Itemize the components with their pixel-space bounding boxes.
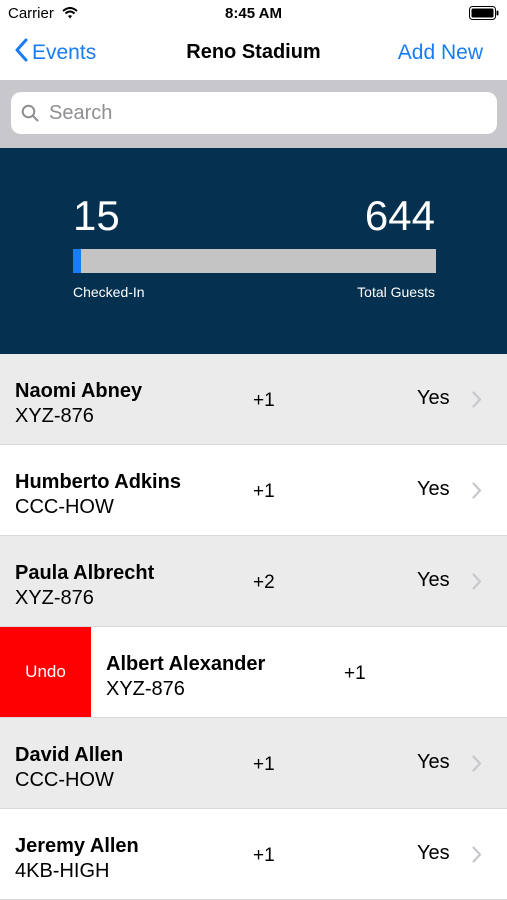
guest-name: David Allen (15, 744, 124, 766)
guest-code: XYZ-876 (15, 587, 94, 609)
chevron-right-icon (472, 573, 482, 595)
guest-name: Paula Albrecht (15, 562, 155, 584)
status-time: 8:45 AM (225, 5, 282, 22)
guest-checkin-status: Yes (417, 842, 450, 864)
navigation-bar: Events Reno Stadium Add New (0, 28, 507, 80)
guest-name: Jeremy Allen (15, 835, 139, 857)
guest-row[interactable]: Naomi Abney XYZ-876 +1 Yes (0, 354, 507, 445)
checkin-progress-bar (73, 249, 436, 273)
guest-list: Naomi Abney XYZ-876 +1 Yes Humberto Adki… (0, 354, 507, 900)
guest-row[interactable]: David Allen CCC-HOW +1 Yes (0, 718, 507, 809)
guest-checkin-status: Yes (417, 569, 450, 591)
guest-row[interactable]: Humberto Adkins CCC-HOW +1 Yes (0, 445, 507, 536)
search-input[interactable] (47, 100, 471, 126)
guest-code: CCC-HOW (15, 769, 114, 791)
guest-plus-count: +2 (253, 572, 275, 593)
checkin-progress-fill (73, 249, 82, 273)
guest-code: XYZ-876 (15, 405, 94, 427)
guest-code: CCC-HOW (15, 496, 114, 518)
guest-plus-count: +1 (253, 754, 275, 775)
guest-checkin-status: Yes (417, 751, 450, 773)
guest-code: 4KB-HIGH (15, 860, 110, 882)
guest-plus-count: +1 (253, 390, 275, 411)
status-bar: Carrier 8:45 AM (0, 0, 507, 28)
guest-plus-count: +1 (253, 845, 275, 866)
guest-code: XYZ-876 (106, 678, 185, 700)
guest-plus-count: +1 (253, 481, 275, 502)
chevron-right-icon (472, 482, 482, 504)
battery-icon (469, 6, 499, 25)
checkin-stats-panel: 15 644 Checked-In Total Guests (0, 148, 507, 354)
guest-name: Albert Alexander (106, 653, 266, 675)
guest-checkin-status: Yes (417, 387, 450, 409)
add-new-button[interactable]: Add New (398, 41, 483, 65)
chevron-right-icon (472, 846, 482, 868)
checked-in-count: 15 (73, 192, 120, 239)
undo-button[interactable]: Undo (0, 627, 91, 717)
total-guests-label: Total Guests (357, 284, 435, 300)
search-bar (0, 80, 507, 148)
checked-in-label: Checked-In (73, 284, 145, 300)
guest-checkin-status: Yes (417, 478, 450, 500)
chevron-right-icon (472, 391, 482, 413)
guest-name: Naomi Abney (15, 380, 143, 402)
guest-row-swiped[interactable]: Undo Albert Alexander XYZ-876 +1 (0, 627, 507, 718)
search-icon (21, 104, 39, 122)
guest-plus-count: +1 (344, 663, 366, 684)
guest-row[interactable]: Jeremy Allen 4KB-HIGH +1 Yes (0, 809, 507, 900)
guest-name: Humberto Adkins (15, 471, 181, 493)
total-guests-count: 644 (364, 192, 435, 239)
guest-row[interactable]: Paula Albrecht XYZ-876 +2 Yes (0, 536, 507, 627)
chevron-right-icon (472, 755, 482, 777)
search-field[interactable] (11, 92, 497, 134)
